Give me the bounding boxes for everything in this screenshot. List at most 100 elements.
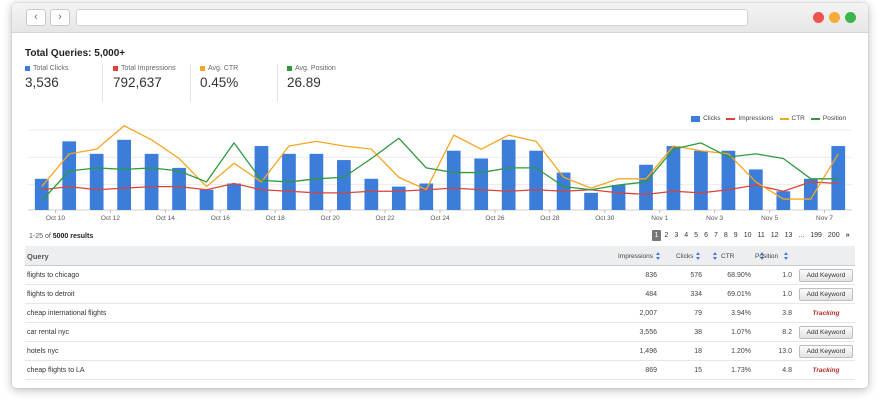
- position-cell: 13.0: [778, 347, 792, 355]
- page-button[interactable]: 5: [692, 230, 701, 241]
- page-button[interactable]: 12: [768, 230, 781, 241]
- close-window-button[interactable]: [813, 12, 824, 23]
- stat-divider: [190, 64, 191, 102]
- page-button[interactable]: 3: [672, 230, 681, 241]
- chart-bar: [309, 153, 324, 210]
- column-header-position[interactable]: Position: [755, 246, 789, 266]
- x-tick-label: Oct 30: [595, 215, 615, 222]
- chart-bar: [117, 139, 131, 210]
- action-cell: Add Keyword: [799, 285, 853, 303]
- stat-value: 792,637: [113, 75, 162, 90]
- chart-bar: [337, 160, 351, 210]
- sort-icon[interactable]: [696, 251, 701, 261]
- position-cell: 1.0: [782, 271, 792, 279]
- add-keyword-button[interactable]: Add Keyword: [799, 268, 853, 282]
- next-page-button[interactable]: »: [843, 230, 852, 241]
- column-header-impressions[interactable]: Impressions: [618, 246, 661, 266]
- impressions-cell: 2,007: [639, 309, 657, 317]
- maximize-window-button[interactable]: [845, 12, 856, 23]
- line-swatch-icon: [779, 117, 789, 120]
- clicks-cell: 334: [690, 290, 702, 298]
- clicks-cell: 79: [694, 309, 702, 317]
- page-button[interactable]: 7: [711, 230, 720, 241]
- tracking-status: Tracking: [812, 309, 840, 317]
- chart-bar: [391, 186, 406, 210]
- impressions-swatch-icon: [113, 66, 118, 71]
- chart-bar: [694, 150, 708, 210]
- legend-item-clicks[interactable]: Clicks: [691, 115, 720, 122]
- x-tick-label: Oct 10: [46, 215, 66, 222]
- chart-bar: [364, 178, 379, 210]
- page-button[interactable]: 4: [682, 230, 691, 241]
- query-cell: cheap flights to LA: [27, 366, 85, 374]
- chevron-right-icon: ›: [58, 11, 62, 23]
- stat-label: Total Impressions: [121, 65, 176, 72]
- line-swatch-icon: [810, 117, 820, 120]
- impressions-cell: 484: [645, 290, 657, 298]
- table-row: cheap international flights 2,007 79 3.94% 3…: [25, 304, 855, 323]
- legend-item-position[interactable]: Position: [810, 115, 846, 122]
- page-button[interactable]: 11: [755, 230, 767, 241]
- chart-bar: [776, 191, 791, 210]
- table-row: flights to detroit 484 334 69.01% 1.0 Add Key…: [25, 285, 855, 304]
- column-header-query[interactable]: Query: [27, 246, 49, 266]
- chart-bar: [172, 167, 186, 210]
- stat-value: 3,536: [25, 75, 59, 90]
- chart-bar: [639, 164, 653, 210]
- clicks-cell: 38: [694, 328, 702, 336]
- stat-value: 26.89: [287, 75, 321, 90]
- total-queries-title: Total Queries: 5,000+: [25, 48, 126, 59]
- legend-item-impressions[interactable]: Impressions: [726, 115, 774, 122]
- back-button[interactable]: ‹: [26, 9, 46, 26]
- sort-icon[interactable]: [713, 251, 718, 261]
- stat-label: Avg. Position: [295, 65, 336, 72]
- page-button[interactable]: 2: [662, 230, 671, 241]
- add-keyword-button[interactable]: Add Keyword: [799, 344, 853, 358]
- sort-icon[interactable]: [656, 251, 661, 261]
- ctr-cell: 1.07%: [731, 328, 751, 336]
- x-tick-label: Oct 28: [540, 215, 560, 222]
- browser-toolbar: ‹ ›: [12, 3, 868, 33]
- series-line-impressions: [41, 181, 839, 196]
- page-button[interactable]: 9: [731, 230, 740, 241]
- page-button[interactable]: 6: [702, 230, 711, 241]
- chart-bar: [831, 146, 846, 210]
- clicks-cell: 18: [694, 347, 702, 355]
- query-cell: flights to detroit: [27, 290, 75, 298]
- column-header-clicks[interactable]: Clicks: [676, 246, 701, 266]
- chart-bar: [89, 153, 104, 210]
- query-cell: car rental nyc: [27, 328, 70, 336]
- pagination-ellipsis: ...: [798, 232, 805, 239]
- header-label: Clicks: [676, 252, 694, 260]
- page-button[interactable]: 200: [825, 230, 842, 241]
- action-cell: Tracking: [799, 361, 853, 379]
- page-button[interactable]: 10: [741, 230, 754, 241]
- ctr-swatch-icon: [200, 66, 205, 71]
- chart-bar: [611, 185, 626, 210]
- minimize-window-button[interactable]: [829, 12, 840, 23]
- ctr-cell: 1.20%: [731, 347, 751, 355]
- header-label: Position: [755, 252, 779, 260]
- x-tick-label: Nov 3: [706, 215, 723, 222]
- page-button[interactable]: 1: [652, 230, 661, 241]
- chevron-left-icon: ‹: [34, 11, 38, 23]
- x-tick-label: Nov 1: [651, 215, 668, 222]
- ctr-cell: 68.90%: [727, 271, 751, 279]
- header-label: Impressions: [618, 252, 654, 260]
- stat-divider: [277, 64, 278, 102]
- sort-icon[interactable]: [784, 251, 789, 261]
- impressions-cell: 869: [645, 366, 657, 374]
- header-label: Query: [27, 251, 49, 261]
- add-keyword-button[interactable]: Add Keyword: [799, 287, 853, 301]
- position-swatch-icon: [287, 66, 292, 71]
- page-button[interactable]: 199: [808, 230, 825, 241]
- add-keyword-button[interactable]: Add Keyword: [799, 325, 853, 339]
- legend-item-ctr[interactable]: CTR: [779, 115, 805, 122]
- dashboard-content: Total Queries: 5,000+ Total Clicks 3,536…: [12, 33, 868, 388]
- page-button[interactable]: 8: [721, 230, 730, 241]
- results-count: 1-25 of 5000 results: [29, 233, 93, 240]
- page-button[interactable]: 13: [782, 230, 795, 241]
- forward-button[interactable]: ›: [50, 9, 70, 26]
- address-bar[interactable]: [76, 9, 748, 26]
- stat-value: 0.45%: [200, 75, 239, 90]
